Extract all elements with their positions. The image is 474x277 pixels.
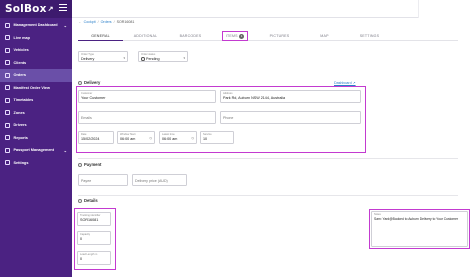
load-length-field[interactable]: Load Length m 0 (77, 251, 111, 265)
chevron-down-icon: ⌄ (63, 22, 67, 28)
nav-icon (5, 135, 10, 141)
breadcrumb-orders[interactable]: Orders (101, 20, 112, 24)
details-section-title: Details (78, 198, 98, 203)
nav-icon (5, 60, 10, 66)
sidebar-item-label: Manifest Order View (13, 85, 50, 90)
tracking-identifier-field[interactable]: Tracking identifier SOR16081 (77, 212, 111, 226)
divider (78, 158, 458, 159)
tab-pictures[interactable]: PICTURES (257, 31, 302, 41)
sidebar-item-label: Settings (13, 160, 29, 165)
sidebar-item-vehicles[interactable]: Vehicles (0, 44, 72, 57)
chevron-down-icon: ⌄ (63, 147, 67, 153)
sidebar-item-drivers[interactable]: Drivers (0, 119, 72, 132)
payment-icon (78, 162, 82, 167)
sidebar-item-label: Live map (13, 35, 30, 40)
delivery-price-field[interactable]: Delivery price (AUD) (132, 174, 187, 186)
sidebar-item-manifest-order-view[interactable]: Manifest Order View (0, 82, 72, 95)
sidebar-nav: Management Dashboard ⌄ Live map Vehicles Cli… (0, 19, 72, 169)
address-field[interactable]: Address Park Rd, Auburn NSW 2144, Austra… (220, 90, 361, 103)
logo-text: SolBox (5, 3, 47, 15)
sidebar-item-label: Zones (13, 110, 25, 115)
logo-mark: ↗ (47, 6, 54, 13)
capacity-field[interactable]: Capacity 0 (77, 231, 111, 245)
sidebar-item-reports[interactable]: Reports (0, 132, 72, 145)
customer-field[interactable]: Customer Your Customer (78, 90, 216, 103)
sidebar-item-management-dashboard[interactable]: Management Dashboard ⌄ (0, 19, 72, 32)
tab-items[interactable]: ITEMS 1 (222, 31, 248, 41)
sidebar-item-label: Management Dashboard (13, 23, 58, 28)
nav-icon (5, 22, 10, 28)
sidebar-item-orders[interactable]: Orders (0, 69, 72, 82)
tab-barcodes[interactable]: BARCODES (168, 31, 213, 41)
emails-field[interactable]: Emails (78, 111, 216, 124)
phone-field[interactable]: Phone (220, 111, 361, 124)
notes-field[interactable]: Notes Sam: Yard@Booked to Auburn Deliver… (371, 211, 468, 247)
sidebar-item-label: Passport Management (13, 148, 55, 153)
divider (78, 195, 458, 196)
dashboard-link[interactable]: Dashboard ↗ (334, 81, 356, 85)
sidebar: SolBox ↗ Management Dashboard ⌄ Live map Ve… (0, 0, 72, 277)
breadcrumb-current: SOR16081 (116, 20, 135, 24)
sidebar-item-label: Timetables (13, 98, 34, 103)
nav-icon (5, 160, 10, 166)
details-icon (78, 198, 82, 203)
menu-icon[interactable] (59, 4, 67, 13)
chevron-down-icon: ▾ (123, 56, 125, 60)
sidebar-item-zones[interactable]: Zones (0, 107, 72, 120)
clock-icon: ◷ (149, 136, 152, 140)
order-status-select[interactable]: Order status Pending ▾ (138, 51, 188, 62)
nav-icon (5, 97, 10, 103)
tab-map[interactable]: MAP (302, 31, 347, 41)
tab-bar: GENERAL ADDITIONAL BARCODES ITEMS 1 PICT… (78, 31, 458, 41)
breadcrumb-home[interactable]: Cockpit (84, 20, 96, 24)
nav-icon (5, 110, 10, 116)
chevron-down-icon: ▾ (183, 56, 185, 60)
service-field[interactable]: Service 10 (200, 131, 234, 144)
clock-icon: ◷ (191, 136, 194, 140)
top-bar (72, 0, 474, 18)
date-field[interactable]: Date 15/02/2024 (78, 131, 114, 144)
items-count-badge: 1 (239, 33, 245, 39)
payee-field[interactable]: Payee (78, 174, 128, 186)
payment-section-title: Payment (78, 162, 101, 167)
nav-icon (5, 85, 10, 91)
sidebar-item-timetables[interactable]: Timetables (0, 94, 72, 107)
delivery-section-title: Delivery (78, 80, 100, 85)
order-card: ← Cockpit / Orders / SOR16081 GENERAL AD… (72, 18, 474, 277)
sidebar-item-label: Orders (13, 73, 26, 78)
sidebar-item-label: Clients (13, 60, 27, 65)
sidebar-item-settings[interactable]: Settings (0, 157, 72, 170)
nav-icon (5, 147, 10, 153)
sidebar-item-live-map[interactable]: Live map (0, 32, 72, 45)
sidebar-item-label: Vehicles (13, 48, 29, 53)
delivery-icon (78, 80, 82, 85)
tab-general[interactable]: GENERAL (78, 31, 123, 41)
nav-icon (5, 47, 10, 53)
nav-icon (5, 122, 10, 128)
nav-icon (5, 35, 10, 41)
breadcrumb: ← Cockpit / Orders / SOR16081 (78, 20, 135, 24)
tab-settings[interactable]: SETTINGS (347, 31, 392, 41)
user-area[interactable] (418, 0, 474, 18)
nav-icon (5, 72, 10, 78)
sidebar-item-label: Drivers (13, 123, 27, 128)
order-type-select[interactable]: Order Type Delivery ▾ (78, 51, 128, 62)
sidebar-item-label: Reports (13, 135, 28, 140)
tab-additional[interactable]: ADDITIONAL (123, 31, 168, 41)
status-clock-icon (141, 57, 145, 61)
sidebar-item-clients[interactable]: Clients (0, 57, 72, 70)
window-start-field[interactable]: Window Start 06:00 am ◷ (117, 131, 155, 144)
sidebar-item-passport-management[interactable]: Passport Management ⌄ (0, 144, 72, 157)
latest-time-field[interactable]: Latest time 06:00 am ◷ (159, 131, 197, 144)
